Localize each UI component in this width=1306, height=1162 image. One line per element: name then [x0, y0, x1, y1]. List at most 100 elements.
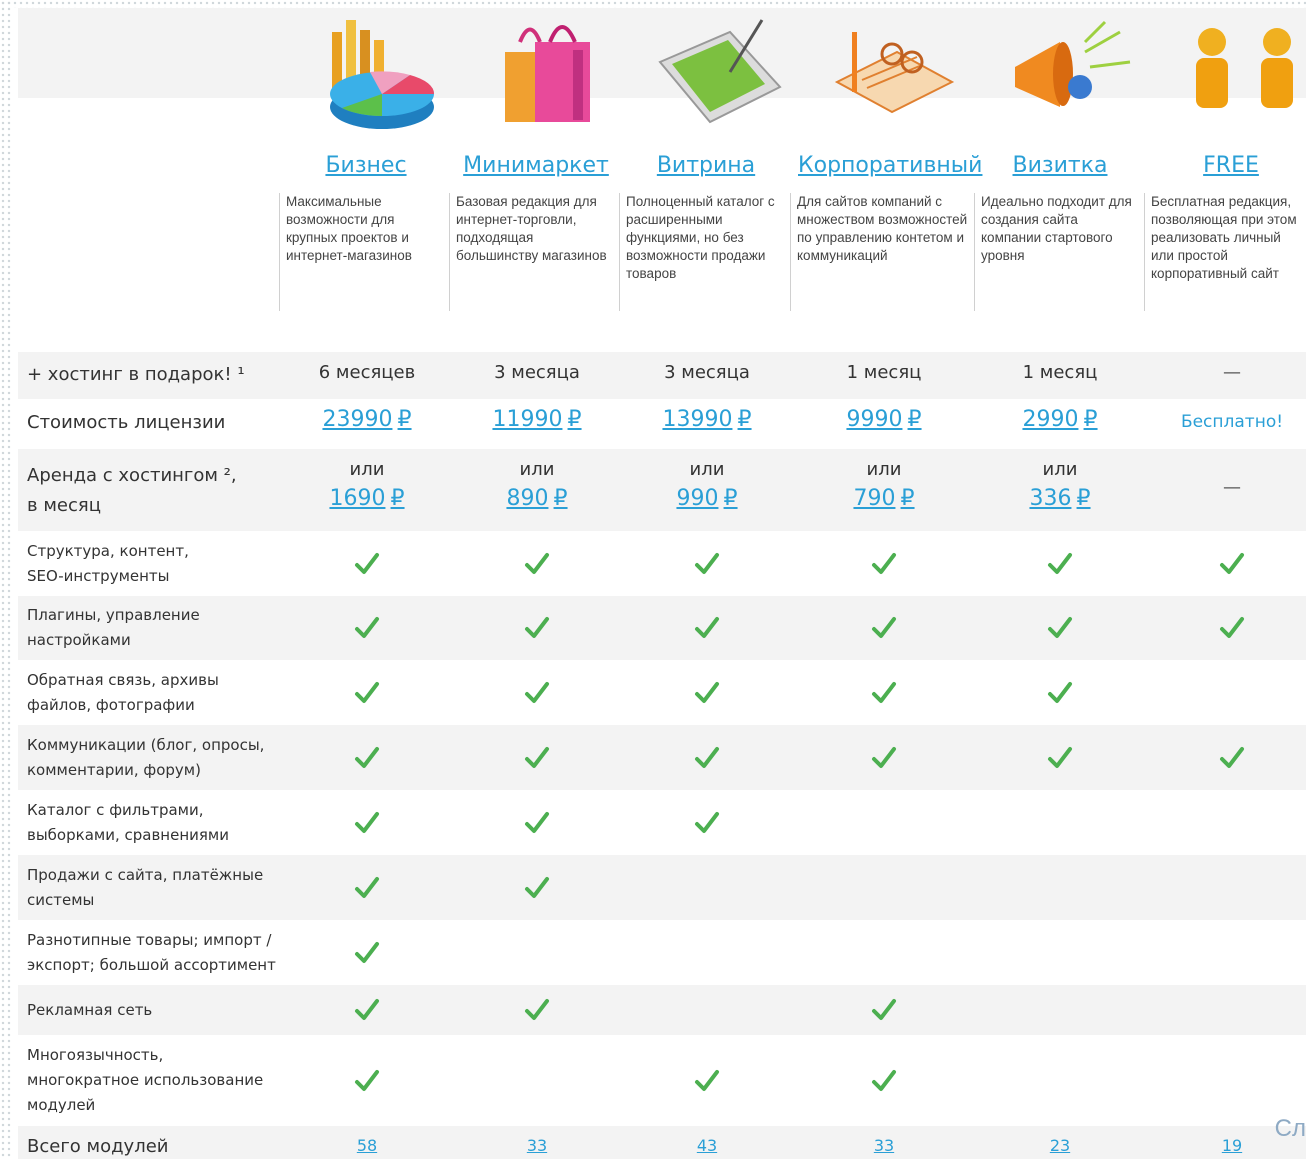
- feature-label: Рекламная сеть: [27, 998, 152, 1023]
- feature-label-line2: выборками, сравнениями: [27, 826, 229, 844]
- plan-title-vizitka[interactable]: Визитка: [975, 153, 1145, 178]
- checkmark-icon: [872, 617, 896, 638]
- feature-row: Каталог с фильтрами, выборками, сравнения…: [18, 790, 1306, 855]
- modules-biznes[interactable]: 58: [297, 1136, 437, 1155]
- feature-label-line3: модулей: [27, 1096, 96, 1114]
- decorative-dot-border: [0, 0, 12, 1159]
- feature-row: Разнотипные товары; импорт / экспорт; бол…: [18, 920, 1306, 985]
- rent-label-line1: Аренда с хостингом ²,: [27, 465, 237, 486]
- feature-cell: [814, 997, 954, 1027]
- feature-row: Коммуникации (блог, опросы, комментарии, …: [18, 725, 1306, 790]
- row-hosting: + хостинг в подарок! ¹ 6 месяцев 3 месяц…: [18, 352, 1306, 399]
- notepad-glasses-icon: [822, 12, 962, 132]
- checkmark-icon: [355, 942, 379, 963]
- feature-cell: [297, 875, 437, 905]
- checkmark-icon: [695, 1070, 719, 1091]
- plan-desc-vizitka: Идеально подходит для создания сайта ком…: [974, 193, 1144, 311]
- modules-vizitka[interactable]: 23: [990, 1136, 1130, 1155]
- modules-korporativny[interactable]: 33: [814, 1136, 954, 1155]
- feature-label-line1: Разнотипные товары; импорт /: [27, 931, 272, 949]
- license-price-vitrina[interactable]: 13990 ₽: [637, 407, 777, 432]
- checkmark-icon: [695, 812, 719, 833]
- feature-cell: [990, 680, 1130, 710]
- feature-row: Многоязычность, многократное использовани…: [18, 1035, 1306, 1126]
- rent-vizitka: или 336 ₽: [1029, 459, 1091, 511]
- feature-label-line2: файлов, фотографии: [27, 696, 195, 714]
- feature-label: Плагины, управление настройками: [27, 603, 200, 653]
- modules-minimarket[interactable]: 33: [467, 1136, 607, 1155]
- feature-cell: [1162, 551, 1302, 581]
- row-label-license: Стоимость лицензии: [27, 412, 226, 433]
- shopping-bags-icon: [480, 12, 620, 132]
- feature-cell: [297, 745, 437, 775]
- plan-title-minimarket[interactable]: Минимаркет: [451, 153, 621, 178]
- hosting-biznes: 6 месяцев: [318, 362, 416, 383]
- license-price-korporativny[interactable]: 9990 ₽: [814, 407, 954, 432]
- feature-cell: [297, 997, 437, 1027]
- checkmark-icon: [872, 999, 896, 1020]
- license-price-minimarket[interactable]: 11990 ₽: [467, 407, 607, 432]
- feature-cell: [467, 997, 607, 1027]
- feature-cell: [814, 615, 954, 645]
- row-license: Стоимость лицензии 23990 ₽ 11990 ₽ 13990…: [18, 399, 1306, 449]
- feature-cell: [814, 551, 954, 581]
- feature-cell: [637, 1068, 777, 1098]
- hosting-korporativny: 1 месяц: [846, 362, 922, 383]
- chart-pie-icon: [310, 12, 450, 132]
- checkmark-icon: [355, 877, 379, 898]
- rent-biznes: или 1690 ₽: [329, 459, 405, 511]
- feature-cell: [467, 745, 607, 775]
- feature-cell: [297, 680, 437, 710]
- tablet-pen-icon: [650, 12, 790, 132]
- corner-text: Сл: [1274, 1115, 1306, 1142]
- plan-title-vitrina[interactable]: Витрина: [621, 153, 791, 178]
- feature-label: Структура, контент, SEO-инструменты: [27, 539, 189, 589]
- feature-cell: [1162, 745, 1302, 775]
- row-label-rent: Аренда с хостингом ², в месяц: [27, 461, 237, 521]
- feature-label: Обратная связь, архивы файлов, фотографии: [27, 668, 219, 718]
- license-price-biznes[interactable]: 23990 ₽: [297, 407, 437, 432]
- feature-cell: [637, 680, 777, 710]
- people-icon: [1172, 12, 1306, 132]
- decorative-dot-border-top: [0, 0, 1306, 8]
- feature-row: Плагины, управление настройками: [18, 596, 1306, 660]
- checkmark-icon: [872, 553, 896, 574]
- checkmark-icon: [525, 747, 549, 768]
- modules-vitrina[interactable]: 43: [637, 1136, 777, 1155]
- feature-cell: [467, 615, 607, 645]
- megaphone-icon: [995, 12, 1135, 132]
- feature-cell: [297, 940, 437, 970]
- checkmark-icon: [355, 812, 379, 833]
- plan-desc-vitrina: Полноценный каталог с расширенными функц…: [619, 193, 790, 311]
- feature-label-line1: Каталог с фильтрами,: [27, 801, 204, 819]
- checkmark-icon: [1220, 553, 1244, 574]
- checkmark-icon: [872, 747, 896, 768]
- feature-row: Структура, контент, SEO-инструменты: [18, 531, 1306, 596]
- feature-cell: [637, 810, 777, 840]
- checkmark-icon: [695, 553, 719, 574]
- checkmark-icon: [1048, 747, 1072, 768]
- feature-cell: [814, 745, 954, 775]
- plan-title-free[interactable]: FREE: [1146, 153, 1306, 178]
- checkmark-icon: [525, 553, 549, 574]
- checkmark-icon: [525, 812, 549, 833]
- license-price-free: Бесплатно!: [1180, 412, 1284, 432]
- checkmark-icon: [355, 553, 379, 574]
- checkmark-icon: [872, 682, 896, 703]
- plan-title-biznes[interactable]: Бизнес: [281, 153, 451, 178]
- feature-cell: [990, 745, 1130, 775]
- feature-cell: [637, 745, 777, 775]
- plan-title-korporativny[interactable]: Корпоративный: [798, 153, 982, 178]
- feature-label-line2: настройками: [27, 631, 131, 649]
- feature-label-line2: экспорт; большой ассортимент: [27, 956, 276, 974]
- feature-row: Продажи с сайта, платёжные системы: [18, 855, 1306, 920]
- hosting-minimarket: 3 месяца: [494, 362, 580, 383]
- feature-cell: [297, 615, 437, 645]
- feature-label-line1: Коммуникации (блог, опросы,: [27, 736, 265, 754]
- rent-free: —: [1223, 477, 1241, 498]
- feature-label-line1: Продажи с сайта, платёжные: [27, 866, 264, 884]
- row-total-modules: Всего модулей 58 33 43 33 23 19: [18, 1126, 1306, 1159]
- license-price-vizitka[interactable]: 2990 ₽: [990, 407, 1130, 432]
- hosting-free: —: [1223, 362, 1241, 383]
- rent-label-line2: в месяц: [27, 495, 101, 516]
